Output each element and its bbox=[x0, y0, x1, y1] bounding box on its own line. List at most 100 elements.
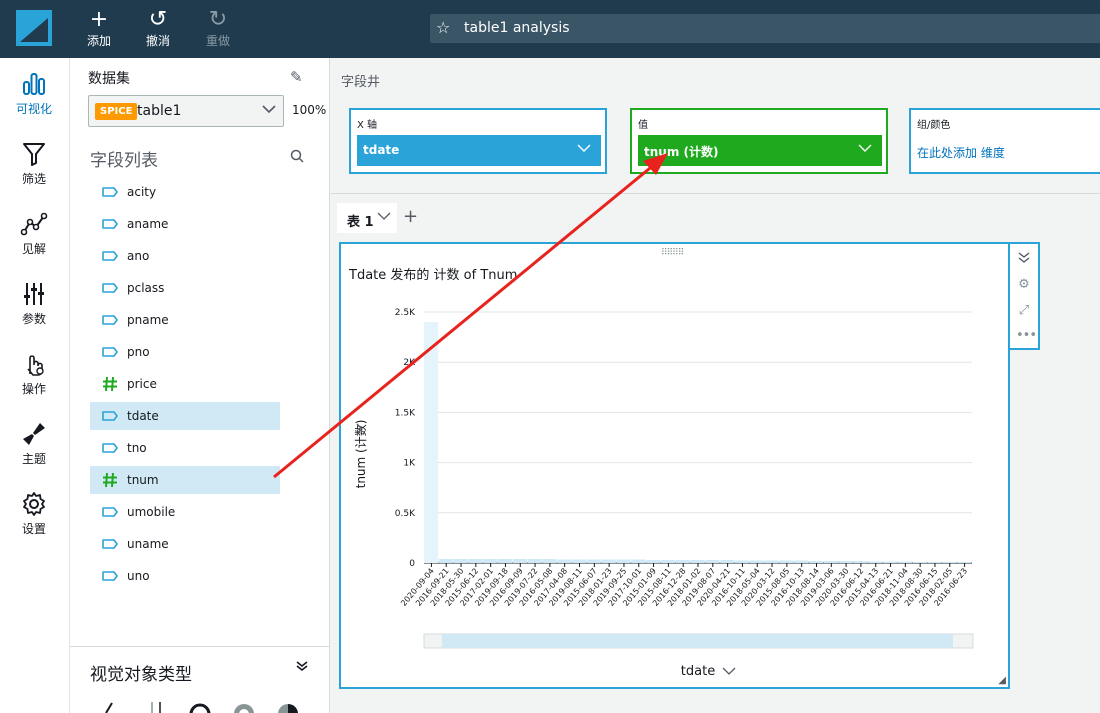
quicksight-logo-icon[interactable] bbox=[16, 10, 52, 46]
bar bbox=[542, 558, 557, 563]
bar bbox=[868, 561, 883, 563]
field-item-acity[interactable]: acity bbox=[90, 178, 280, 206]
number-field-icon bbox=[102, 472, 118, 488]
y-tick-label: 0 bbox=[409, 559, 415, 569]
field-item-uno[interactable]: uno bbox=[90, 562, 280, 590]
more-options-icon[interactable]: ••• bbox=[1016, 328, 1037, 344]
edit-pencil-icon[interactable]: ✎ bbox=[290, 68, 303, 86]
bar bbox=[764, 560, 779, 563]
tab-sheet-1[interactable]: 表 1 bbox=[337, 203, 397, 233]
x-axis-field-pill[interactable]: tdate bbox=[357, 135, 601, 166]
bar bbox=[735, 560, 750, 563]
chevron-down-icon[interactable] bbox=[577, 141, 591, 159]
redo-icon: ↻ bbox=[208, 7, 228, 32]
resize-handle-icon[interactable]: ◢ bbox=[998, 675, 1006, 686]
settings-icon bbox=[0, 490, 68, 518]
field-item-aname[interactable]: aname bbox=[90, 210, 280, 238]
field-item-uname[interactable]: uname bbox=[90, 530, 280, 558]
visual-card[interactable]: ⠿⠿⠿⠿ Tdate 发布的 计数 of Tnum 0 0.5K 1K 1.5K 2K 2… bbox=[339, 242, 1010, 689]
dataset-select[interactable]: SPICE table1 bbox=[88, 95, 284, 127]
bar bbox=[779, 560, 794, 563]
search-icon[interactable] bbox=[290, 149, 304, 166]
field-name: pclass bbox=[127, 281, 165, 295]
dimension-field-icon bbox=[102, 217, 118, 231]
nav-filter[interactable]: 筛选 bbox=[0, 140, 68, 187]
field-item-tdate[interactable]: tdate bbox=[90, 402, 280, 430]
add-button[interactable]: + 添加 bbox=[79, 8, 119, 49]
field-name: price bbox=[127, 377, 157, 391]
nav-insights[interactable]: 见解 bbox=[0, 210, 68, 257]
field-item-tnum[interactable]: tnum bbox=[90, 466, 280, 494]
gear-icon[interactable]: ⚙ bbox=[1016, 277, 1032, 293]
bar bbox=[794, 560, 809, 563]
analysis-title[interactable]: table1 analysis bbox=[464, 20, 570, 36]
collapse-chevron-icon[interactable] bbox=[1016, 250, 1032, 266]
nav-settings[interactable]: 设置 bbox=[0, 490, 68, 537]
field-item-pname[interactable]: pname bbox=[90, 306, 280, 334]
x-axis-well[interactable]: X 轴 tdate bbox=[349, 108, 607, 174]
bar bbox=[675, 559, 690, 563]
analysis-title-bar[interactable]: ☆ table1 analysis bbox=[430, 14, 1100, 43]
field-item-pno[interactable]: pno bbox=[90, 338, 280, 366]
top-toolbar: + 添加 ↺ 撤消 ↻ 重做 ☆ table1 analysis bbox=[0, 0, 1100, 58]
bar bbox=[853, 560, 868, 563]
x-axis-label: X 轴 bbox=[357, 120, 378, 131]
redo-button[interactable]: ↻ 重做 bbox=[198, 8, 238, 49]
y-tick-label: 2K bbox=[403, 358, 416, 368]
bar bbox=[690, 559, 705, 563]
nav-parameters[interactable]: 参数 bbox=[0, 280, 68, 327]
field-name: pno bbox=[127, 345, 150, 359]
collapse-chevron-icon[interactable] bbox=[296, 660, 308, 676]
dimension-field-icon bbox=[102, 249, 118, 263]
bar bbox=[912, 561, 927, 563]
visual-toolbar: ⚙ ⤢ ••• bbox=[1010, 242, 1040, 350]
field-item-umobile[interactable]: umobile bbox=[90, 498, 280, 526]
group-color-well[interactable]: 组/颜色 在此处添加 维度 bbox=[909, 108, 1100, 174]
visualize-icon bbox=[0, 70, 68, 98]
field-item-tno[interactable]: tno bbox=[90, 434, 280, 462]
bar bbox=[468, 558, 483, 563]
y-tick-label: 1K bbox=[403, 459, 416, 469]
value-field-pill[interactable]: tnum (计数) bbox=[638, 135, 882, 166]
value-well[interactable]: 值 tnum (计数) bbox=[630, 108, 888, 174]
sheet-tabs: 表 1 + bbox=[331, 198, 1100, 238]
bar bbox=[660, 559, 676, 563]
field-name: pname bbox=[127, 313, 169, 327]
number-field-icon bbox=[102, 376, 118, 392]
star-icon[interactable]: ☆ bbox=[436, 18, 450, 37]
dimension-field-icon bbox=[102, 281, 118, 295]
bar bbox=[646, 559, 661, 563]
bar bbox=[557, 559, 572, 563]
chevron-down-icon[interactable] bbox=[858, 141, 872, 159]
nav-label: 筛选 bbox=[21, 172, 46, 186]
parameters-icon bbox=[0, 280, 68, 308]
field-item-price[interactable]: price bbox=[90, 370, 280, 398]
nav-visualize[interactable]: 可视化 bbox=[0, 70, 68, 117]
dimension-field-icon bbox=[102, 537, 118, 551]
nav-label: 可视化 bbox=[15, 102, 52, 116]
dimension-field-icon bbox=[102, 441, 118, 455]
group-color-placeholder[interactable]: 在此处添加 维度 bbox=[917, 144, 1005, 161]
undo-button[interactable]: ↺ 撤消 bbox=[138, 8, 178, 49]
nav-label: 参数 bbox=[21, 312, 46, 326]
dimension-field-icon bbox=[102, 569, 118, 583]
spice-badge: SPICE bbox=[95, 103, 138, 120]
field-item-ano[interactable]: ano bbox=[90, 242, 280, 270]
field-name: acity bbox=[127, 185, 157, 199]
bar bbox=[483, 558, 498, 563]
bar bbox=[838, 560, 853, 563]
bar bbox=[512, 558, 527, 563]
add-sheet-plus-icon[interactable]: + bbox=[403, 206, 418, 227]
field-wells-label: 字段井 bbox=[341, 75, 381, 90]
insights-icon bbox=[0, 210, 68, 238]
redo-label: 重做 bbox=[205, 34, 230, 48]
bar bbox=[823, 560, 838, 563]
chevron-down-icon[interactable] bbox=[377, 209, 391, 226]
nav-label: 主题 bbox=[21, 452, 46, 466]
visual-type-icons[interactable] bbox=[100, 698, 310, 713]
field-item-pclass[interactable]: pclass bbox=[90, 274, 280, 302]
nav-actions[interactable]: 操作 bbox=[0, 350, 68, 397]
expand-icon[interactable]: ⤢ bbox=[1016, 303, 1032, 319]
bar bbox=[883, 561, 898, 563]
nav-themes[interactable]: 主题 bbox=[0, 420, 68, 467]
